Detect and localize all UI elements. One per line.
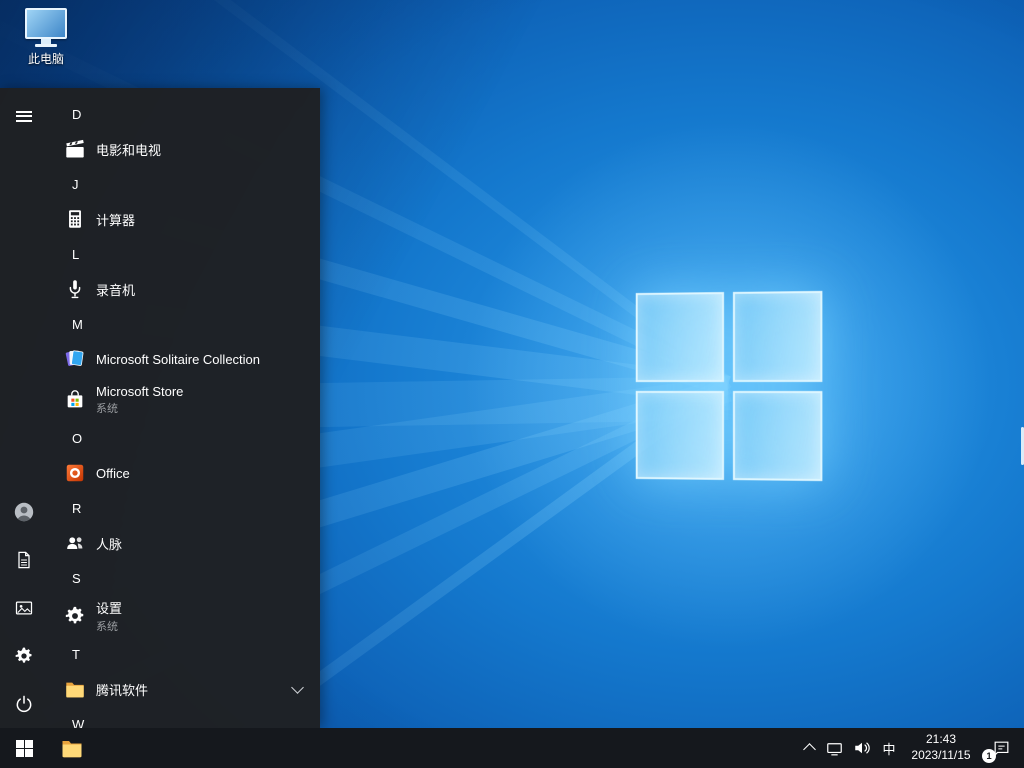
app-item-office[interactable]: Office bbox=[48, 454, 320, 492]
app-item-people[interactable]: 人脉 bbox=[48, 524, 320, 562]
chevron-down-icon bbox=[291, 680, 304, 694]
app-text: 设置 系统 bbox=[96, 598, 122, 634]
clock-button[interactable]: 21:43 2023/11/15 bbox=[902, 728, 980, 768]
settings-gear-icon bbox=[63, 604, 87, 628]
app-list-letter-header-r[interactable]: R bbox=[48, 492, 320, 524]
windows-logo-pane bbox=[732, 290, 823, 382]
app-label: 腾讯软件 bbox=[96, 682, 149, 698]
taskbar: 中 21:43 2023/11/15 1 bbox=[0, 728, 1024, 768]
store-icon bbox=[63, 388, 87, 412]
app-list-letter-header-s[interactable]: S bbox=[48, 562, 320, 594]
network-icon bbox=[826, 742, 842, 755]
desktop-icon-label: 此电脑 bbox=[27, 52, 64, 66]
app-item-movies-tv[interactable]: 电影和电视 bbox=[48, 130, 320, 168]
letter-label: L bbox=[72, 246, 80, 262]
documents-button[interactable] bbox=[0, 536, 48, 584]
windows-logo-pane bbox=[635, 390, 724, 480]
volume-button[interactable] bbox=[848, 728, 876, 768]
file-explorer-icon bbox=[62, 741, 82, 758]
settings-button[interactable] bbox=[0, 632, 48, 680]
letter-label: J bbox=[72, 176, 79, 192]
windows-logo bbox=[635, 290, 823, 482]
start-menu-app-list: D 电影和电视 J 计算器 L 录音机 M Microsoft Solitair… bbox=[48, 88, 320, 728]
file-explorer-button[interactable] bbox=[48, 728, 96, 768]
ime-mode-label: 中 bbox=[882, 741, 896, 757]
system-tray: 中 21:43 2023/11/15 1 bbox=[798, 728, 1024, 768]
action-center-button[interactable]: 1 bbox=[980, 728, 1022, 768]
movies-tv-icon bbox=[63, 137, 87, 161]
app-list-letter-header-t[interactable]: T bbox=[48, 638, 320, 670]
app-label: Microsoft Solitaire Collection bbox=[96, 351, 261, 367]
letter-label: W bbox=[72, 716, 85, 729]
app-label: 电影和电视 bbox=[96, 142, 162, 158]
app-list-letter-header-m[interactable]: M bbox=[48, 308, 320, 340]
app-label: Office bbox=[96, 465, 130, 481]
clock-date: 2023/11/15 bbox=[911, 748, 971, 762]
app-list-letter-header-w[interactable]: W bbox=[48, 708, 320, 729]
people-icon bbox=[63, 531, 87, 555]
app-folder-tencent[interactable]: 腾讯软件 bbox=[48, 670, 320, 708]
tray-overflow-button[interactable] bbox=[798, 728, 820, 768]
documents-icon bbox=[18, 551, 30, 569]
app-label: 录音机 bbox=[96, 282, 136, 298]
windows-logo-pane bbox=[635, 292, 724, 382]
voice-recorder-icon bbox=[63, 277, 87, 301]
app-list-letter-header-d[interactable]: D bbox=[48, 98, 320, 130]
app-label: 设置 bbox=[96, 601, 123, 616]
app-label: 人脉 bbox=[96, 536, 123, 552]
account-icon bbox=[14, 502, 34, 522]
expand-menu-button[interactable] bbox=[0, 92, 48, 140]
folder-icon bbox=[63, 677, 87, 701]
chevron-up-icon bbox=[802, 743, 816, 756]
app-item-voice-recorder[interactable]: 录音机 bbox=[48, 270, 320, 308]
this-pc-monitor-icon bbox=[25, 8, 67, 47]
settings-gear-icon bbox=[15, 647, 32, 663]
network-button[interactable] bbox=[820, 728, 848, 768]
app-text: Microsoft Store 系统 bbox=[96, 384, 183, 416]
letter-label: D bbox=[72, 106, 82, 122]
solitaire-icon bbox=[63, 347, 87, 371]
app-item-solitaire[interactable]: Microsoft Solitaire Collection bbox=[48, 340, 320, 378]
power-icon bbox=[16, 695, 32, 713]
windows-logo-pane bbox=[732, 390, 823, 482]
app-list-letter-header-j[interactable]: J bbox=[48, 168, 320, 200]
speaker-icon bbox=[855, 742, 870, 754]
letter-label: S bbox=[72, 570, 81, 586]
pictures-icon bbox=[15, 601, 33, 615]
app-label: 计算器 bbox=[96, 212, 136, 228]
letter-label: R bbox=[72, 500, 82, 516]
pictures-button[interactable] bbox=[0, 584, 48, 632]
app-subtitle: 系统 bbox=[96, 621, 118, 633]
app-item-microsoft-store[interactable]: Microsoft Store 系统 bbox=[48, 378, 320, 422]
letter-label: M bbox=[72, 316, 83, 332]
start-menu-rail bbox=[0, 88, 48, 728]
account-button[interactable] bbox=[0, 488, 48, 536]
app-list-letter-header-l[interactable]: L bbox=[48, 238, 320, 270]
power-button[interactable] bbox=[0, 680, 48, 728]
app-subtitle: 系统 bbox=[96, 403, 118, 415]
ime-mode-button[interactable]: 中 bbox=[876, 728, 902, 768]
start-menu: D 电影和电视 J 计算器 L 录音机 M Microsoft Solitair… bbox=[0, 88, 320, 728]
hamburger-icon bbox=[16, 108, 32, 124]
windows-desktop-screen: 此电脑 D 电影和电视 J 计算器 L 录音机 M Microsoft Soli… bbox=[0, 0, 1024, 768]
notification-count-badge: 1 bbox=[982, 749, 996, 763]
office-icon bbox=[63, 461, 87, 485]
clock-time: 21:43 bbox=[925, 732, 956, 747]
calculator-icon bbox=[63, 207, 87, 231]
start-button[interactable] bbox=[0, 728, 48, 768]
letter-label: T bbox=[72, 646, 80, 662]
app-item-settings[interactable]: 设置 系统 bbox=[48, 594, 320, 638]
desktop-icon-this-pc[interactable]: 此电脑 bbox=[10, 8, 82, 67]
windows-start-icon bbox=[15, 739, 33, 757]
app-item-calculator[interactable]: 计算器 bbox=[48, 200, 320, 238]
app-label: Microsoft Store bbox=[96, 384, 184, 399]
clock: 21:43 2023/11/15 bbox=[911, 732, 970, 763]
app-list-letter-header-o[interactable]: O bbox=[48, 422, 320, 454]
letter-label: O bbox=[72, 430, 83, 446]
